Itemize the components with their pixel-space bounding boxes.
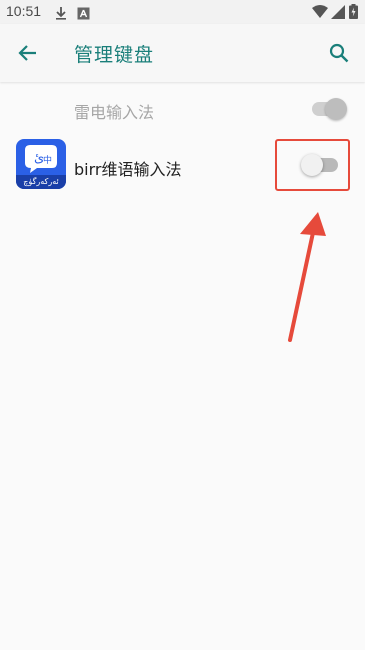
svg-text:中: 中 [43,154,52,166]
keyboard-toggle-1[interactable] [309,96,351,122]
app-icon: ئ 中 ئەركەرگۈچ [16,139,66,189]
keyboard-label: 雷电输入法 [74,103,155,122]
speech-bubble-icon: ئ 中 [25,145,57,173]
status-time: 10:51 [6,3,42,19]
status-bar: 10:51 [0,0,365,24]
wifi-icon [312,4,328,23]
list-item-keyboard-1: 雷电输入法 [0,90,365,130]
app-icon-caption: ئەركەرگۈچ [16,175,66,189]
arrow-left-icon [18,45,36,61]
signal-icon [331,4,345,23]
battery-icon [349,4,358,23]
screen: 10:51 管理键盘 雷电输入法 ئ 中 ئەركەرگۈچ birr维语输入法 [0,0,365,650]
a-box-icon [77,5,90,24]
back-button[interactable] [12,37,44,69]
pointer-arrow-icon [288,212,326,342]
search-button[interactable] [323,37,355,69]
download-icon [55,5,67,24]
keyboard-label: birr维语输入法 [74,160,182,179]
toggle-thumb [325,98,347,120]
highlight-box [275,139,350,191]
page-title: 管理键盘 [74,44,155,66]
search-icon [329,43,349,63]
app-bar: 管理键盘 [0,24,365,82]
